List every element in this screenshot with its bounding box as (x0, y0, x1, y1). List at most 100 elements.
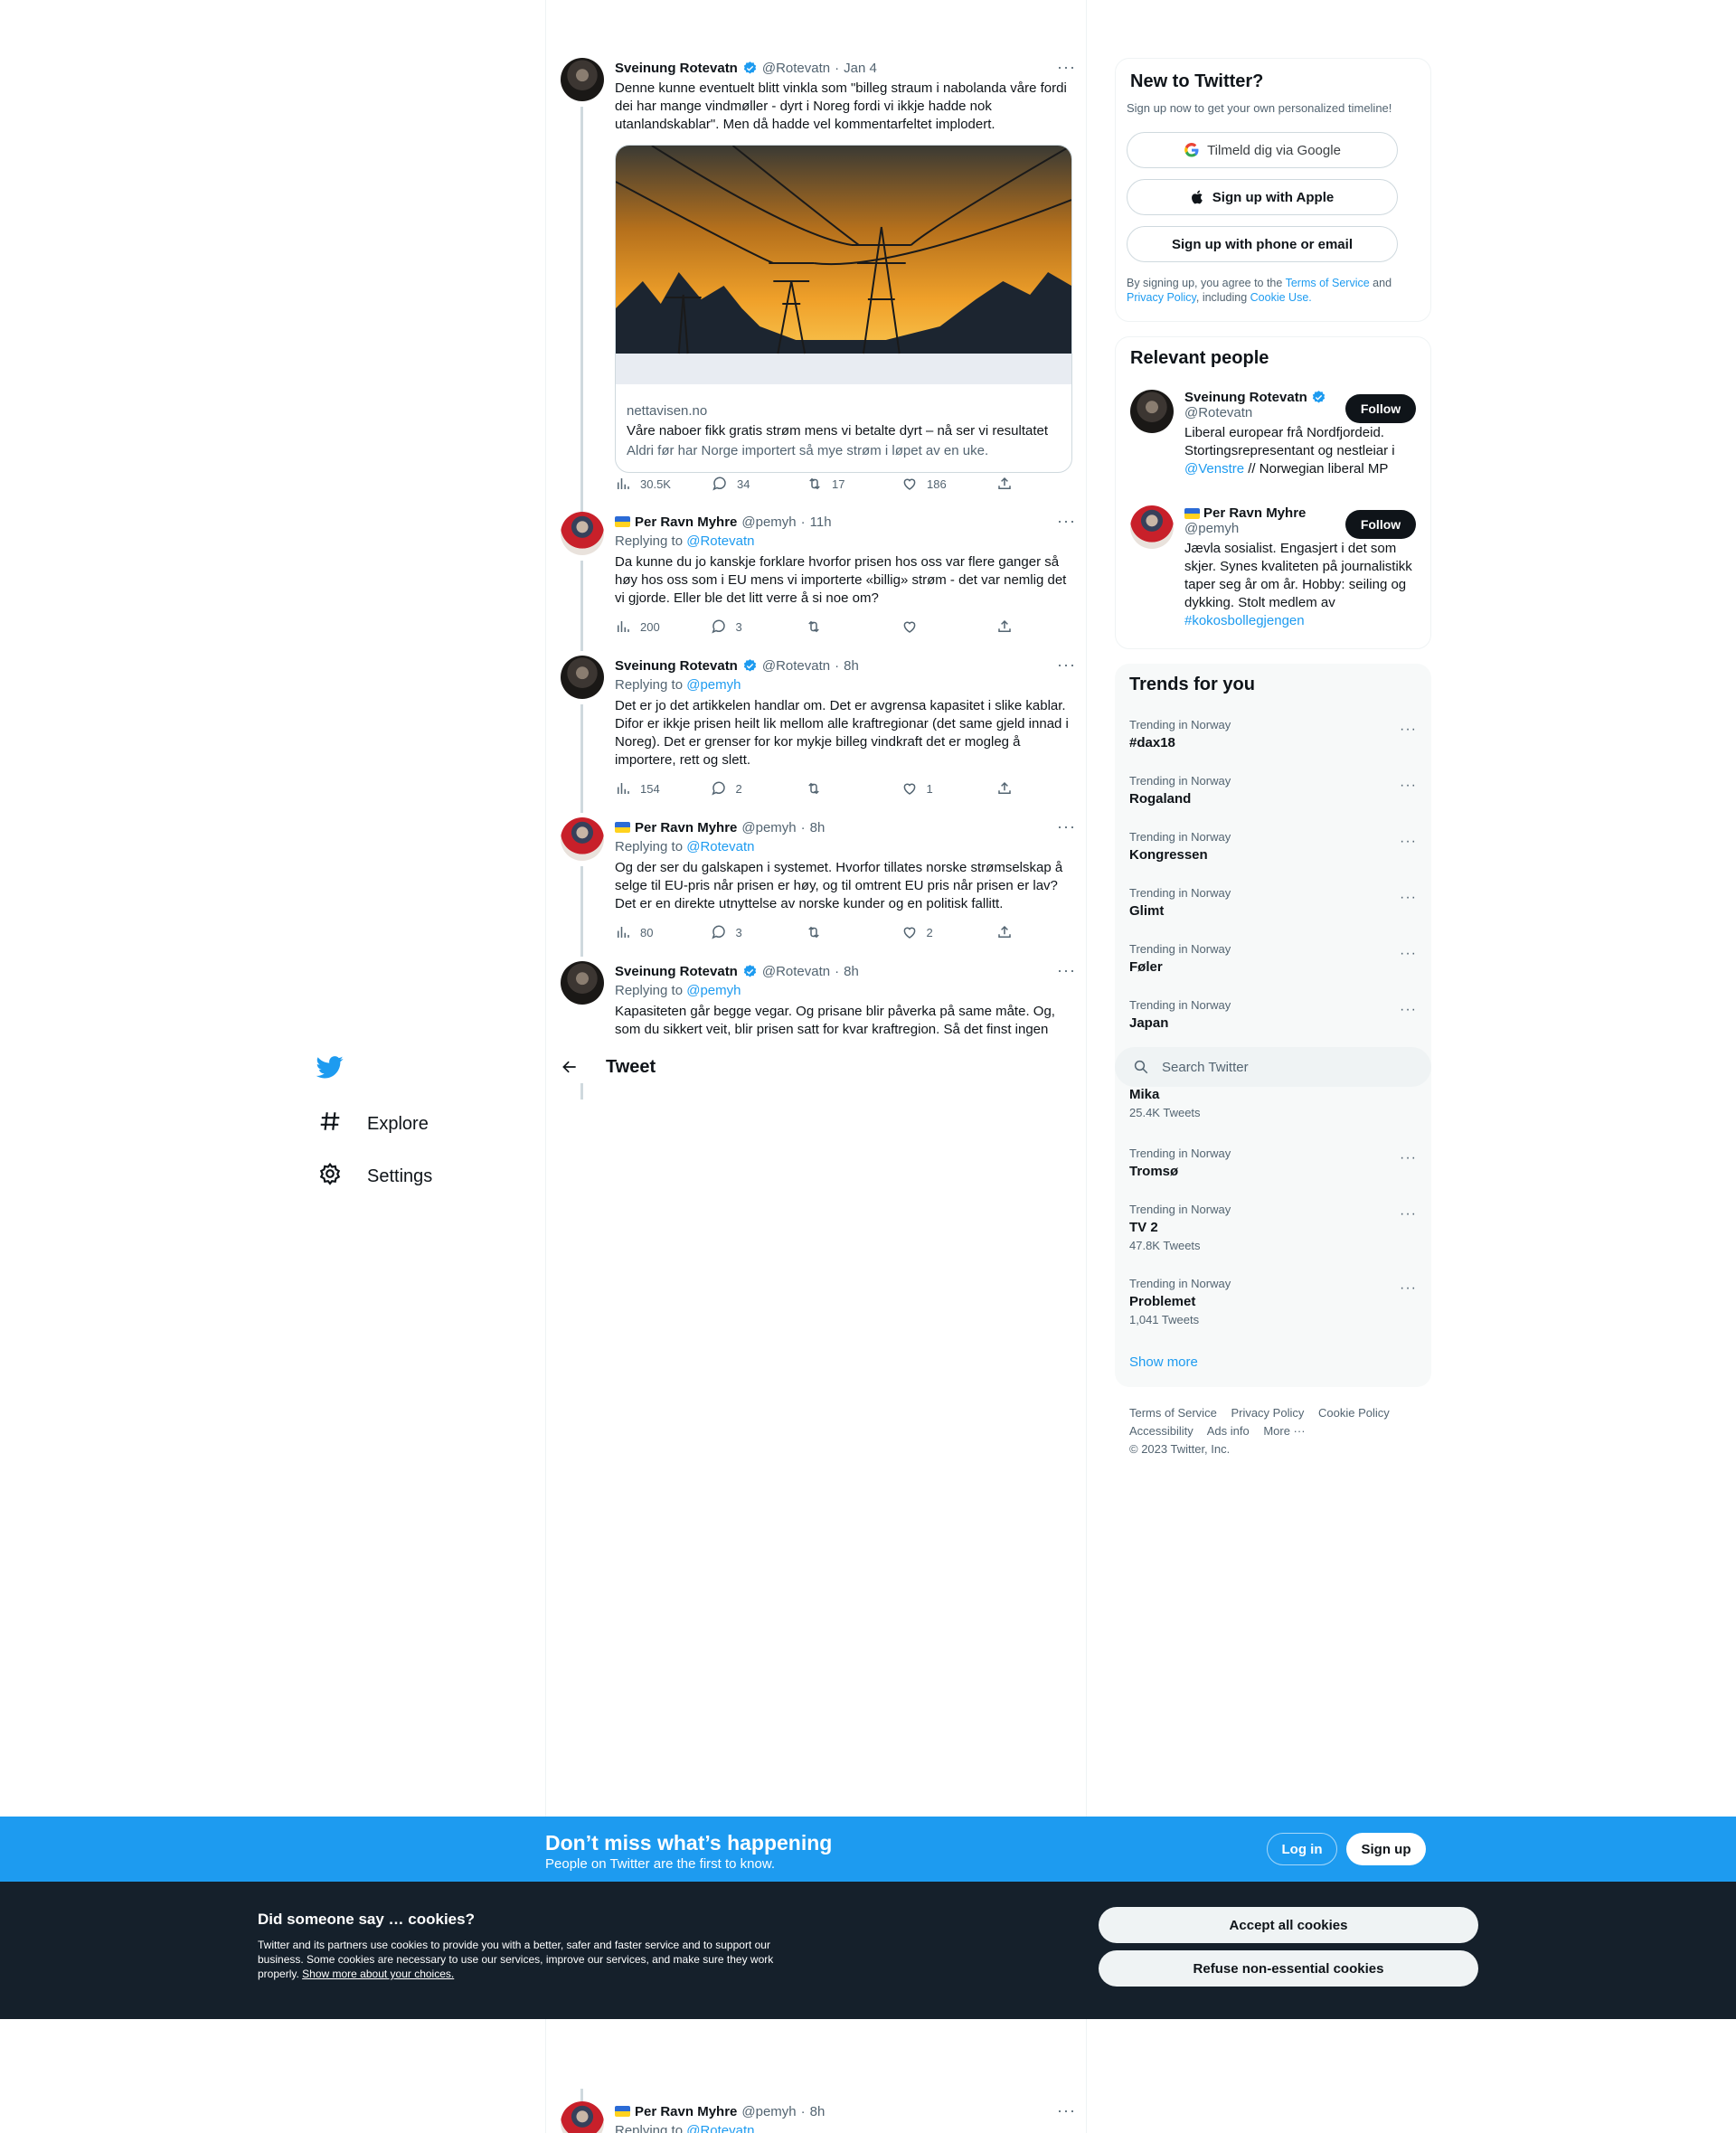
show-more-link[interactable]: Show more (1129, 1354, 1198, 1370)
mention-link[interactable]: @Rotevatn (686, 839, 754, 854)
author-name[interactable]: Per Ravn Myhre (635, 820, 737, 835)
link-card[interactable]: nettavisen.no Våre naboer fikk gratis st… (615, 145, 1072, 473)
trend-item[interactable]: Trending in Norway TV 2 47.8K Tweets ··· (1129, 1203, 1417, 1252)
reply-button[interactable]: 2 (711, 780, 765, 797)
avatar[interactable] (561, 58, 604, 101)
more-icon[interactable]: ··· (1400, 1002, 1417, 1018)
retweet-button[interactable] (806, 924, 860, 940)
phone-email-signup-button[interactable]: Sign up with phone or email (1127, 226, 1398, 262)
search-input[interactable]: Search Twitter (1115, 1047, 1431, 1087)
footer-link[interactable]: Accessibility (1129, 1424, 1194, 1438)
footer-link[interactable]: Privacy Policy (1231, 1406, 1304, 1420)
trend-item[interactable]: Trending in Norway Rogaland ··· (1129, 774, 1417, 807)
retweet-button[interactable] (806, 780, 860, 797)
twitter-logo-icon[interactable] (316, 1053, 344, 1085)
trend-item[interactable]: Trending in Norway Glimt ··· (1129, 886, 1417, 919)
more-icon[interactable]: ··· (1400, 834, 1417, 850)
retweet-button[interactable] (806, 618, 860, 635)
avatar[interactable] (561, 656, 604, 699)
author-handle[interactable]: @pemyh (741, 514, 796, 530)
author-handle[interactable]: @Rotevatn (762, 658, 830, 674)
trend-item[interactable]: Trending in Norway Føler ··· (1129, 942, 1417, 975)
more-icon[interactable]: ··· (1400, 946, 1417, 962)
trend-item[interactable]: Trending in Norway Kongressen ··· (1129, 830, 1417, 863)
share-button[interactable] (996, 618, 1013, 635)
more-icon[interactable]: ··· (1400, 778, 1417, 794)
more-icon[interactable]: ··· (1400, 1280, 1417, 1297)
more-icon[interactable]: ··· (1057, 512, 1076, 531)
mention-link[interactable]: @Rotevatn (686, 533, 754, 549)
views-button[interactable]: 30.5K (615, 476, 671, 492)
timestamp[interactable]: 11h (810, 514, 832, 530)
trend-item[interactable]: Trending in Norway Tromsø ··· (1129, 1147, 1417, 1179)
footer-link[interactable]: Cookie Policy (1318, 1406, 1390, 1420)
timestamp[interactable]: 8h (810, 2104, 826, 2119)
reply-button[interactable]: 34 (712, 476, 766, 492)
tweet[interactable]: Sveinung Rotevatn @Rotevatn · 8h ··· Rep… (561, 961, 1076, 1044)
views-button[interactable]: 154 (615, 780, 669, 797)
login-button[interactable]: Log in (1267, 1833, 1337, 1865)
footer-link[interactable]: Ads info (1207, 1424, 1250, 1438)
like-button[interactable]: 2 (901, 924, 956, 940)
accept-cookies-button[interactable]: Accept all cookies (1099, 1907, 1478, 1943)
timestamp[interactable]: Jan 4 (844, 61, 877, 76)
share-button[interactable] (996, 924, 1013, 940)
avatar[interactable] (561, 2101, 604, 2133)
trend-item[interactable]: Trending in Norway #dax18 ··· (1129, 718, 1417, 750)
author-name[interactable]: Sveinung Rotevatn (615, 964, 738, 979)
mention-link[interactable]: @Venstre (1184, 461, 1244, 477)
more-icon[interactable]: ··· (1057, 58, 1076, 77)
follow-button[interactable]: Follow (1345, 394, 1416, 423)
author-name[interactable]: Sveinung Rotevatn (615, 658, 738, 674)
trend-item[interactable]: Trending in Norway Problemet 1,041 Tweet… (1129, 1277, 1417, 1326)
share-button[interactable] (996, 476, 1013, 492)
reply-button[interactable]: 3 (711, 924, 765, 940)
person-item[interactable]: Per Ravn Myhre @pemyh Jævla sosialist. E… (1184, 505, 1412, 630)
timestamp[interactable]: 8h (844, 964, 859, 979)
mention-link[interactable]: @pemyh (686, 983, 741, 998)
mention-link[interactable]: @pemyh (686, 677, 741, 693)
like-button[interactable] (901, 618, 956, 635)
back-arrow-icon[interactable] (561, 1058, 579, 1076)
author-handle[interactable]: @pemyh (741, 820, 796, 835)
more-icon[interactable]: ··· (1057, 656, 1076, 675)
avatar[interactable] (1130, 390, 1174, 433)
retweet-button[interactable]: 17 (807, 476, 861, 492)
author-name[interactable]: Per Ravn Myhre (635, 514, 737, 530)
reply-button[interactable]: 3 (711, 618, 765, 635)
mention-link[interactable]: @Rotevatn (686, 2123, 754, 2133)
tweet[interactable]: Per Ravn Myhre @pemyh · 8h ··· Replying … (561, 2101, 1076, 2133)
hashtag-link[interactable]: #kokosbollegjengen (1184, 613, 1305, 628)
tweet[interactable]: Per Ravn Myhre @pemyh · 11h ··· Replying… (561, 512, 1076, 651)
person-handle[interactable]: @Rotevatn (1184, 405, 1365, 420)
trend-item[interactable]: Mika 25.4K Tweets (1129, 1087, 1417, 1119)
tweet[interactable]: Per Ravn Myhre @pemyh · 8h ··· Replying … (561, 817, 1076, 957)
author-handle[interactable]: @Rotevatn (762, 61, 830, 76)
more-icon[interactable]: ··· (1400, 1150, 1417, 1166)
author-handle[interactable]: @Rotevatn (762, 964, 830, 979)
views-button[interactable]: 80 (615, 924, 669, 940)
person-handle[interactable]: @pemyh (1184, 521, 1365, 536)
cookie-choices-link[interactable]: Show more about your choices. (302, 1968, 454, 1980)
more-icon[interactable]: ··· (1057, 2101, 1076, 2120)
cookie-use-link[interactable]: Cookie Use. (1250, 291, 1312, 304)
more-icon[interactable]: ··· (1057, 817, 1076, 836)
footer-more-link[interactable]: More ··· (1263, 1424, 1305, 1438)
timestamp[interactable]: 8h (810, 820, 826, 835)
nav-explore[interactable]: Explore (318, 1109, 429, 1138)
footer-link[interactable]: Terms of Service (1129, 1406, 1217, 1420)
more-icon[interactable]: ··· (1400, 1206, 1417, 1222)
author-handle[interactable]: @pemyh (741, 2104, 796, 2119)
refuse-cookies-button[interactable]: Refuse non-essential cookies (1099, 1950, 1478, 1987)
signup-button[interactable]: Sign up (1346, 1833, 1426, 1865)
author-name[interactable]: Sveinung Rotevatn (615, 61, 738, 76)
nav-settings[interactable]: Settings (318, 1162, 432, 1191)
share-button[interactable] (996, 780, 1013, 797)
avatar[interactable] (561, 512, 604, 555)
tweet[interactable]: Sveinung Rotevatn @Rotevatn · Jan 4 ··· … (561, 58, 1076, 492)
timestamp[interactable]: 8h (844, 658, 859, 674)
person-name[interactable]: Per Ravn Myhre (1203, 505, 1306, 521)
avatar[interactable] (1130, 505, 1174, 549)
like-button[interactable]: 1 (901, 780, 956, 797)
views-button[interactable]: 200 (615, 618, 669, 635)
